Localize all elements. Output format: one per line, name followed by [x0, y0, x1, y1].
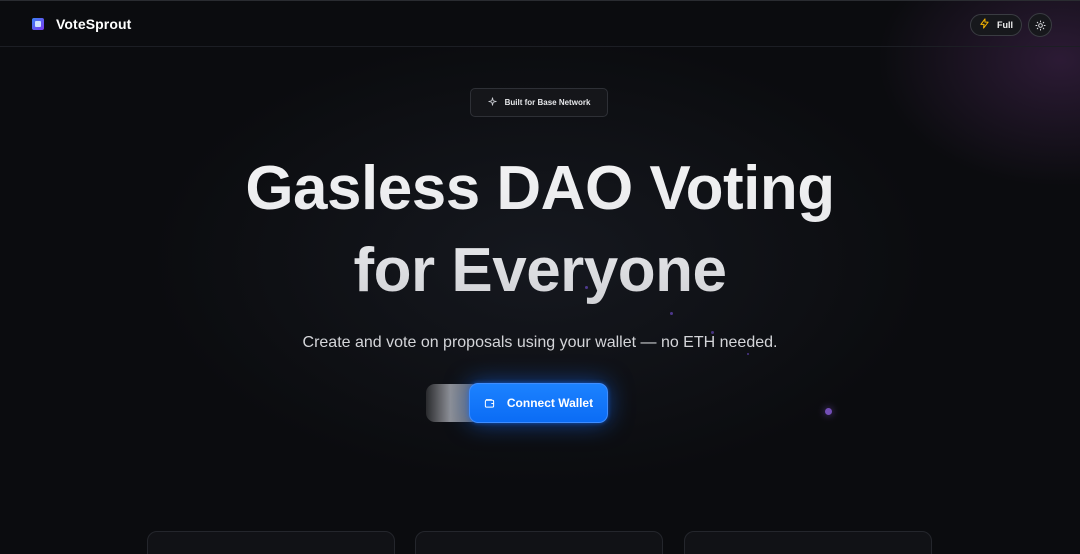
votesprout-logo-icon	[32, 18, 44, 30]
brand[interactable]: VoteSprout	[32, 16, 131, 32]
hero-subtitle: Create and vote on proposals using your …	[302, 334, 778, 351]
network-badge: Built for Base Network	[470, 88, 608, 117]
feature-card	[684, 531, 932, 554]
badge-label: Built for Base Network	[504, 98, 591, 107]
particle	[825, 408, 832, 415]
theme-toggle-button[interactable]	[1028, 13, 1052, 37]
particle	[670, 312, 673, 315]
hero-title: Gasless DAO Voting for Everyone	[140, 148, 940, 312]
brand-name: VoteSprout	[56, 16, 132, 32]
feature-card	[147, 531, 395, 554]
hero-title-line-1: Gasless DAO Voting	[245, 154, 835, 223]
wallet-icon	[484, 398, 495, 408]
page: VoteSprout Full Built for Base Network G…	[0, 0, 1080, 554]
hero-title-line-2: for Everyone	[353, 236, 727, 305]
particle	[747, 353, 749, 355]
sparkle-icon	[487, 97, 497, 108]
mode-label: Full	[997, 20, 1013, 30]
feature-card	[415, 531, 663, 554]
sun-icon	[1034, 19, 1046, 31]
connect-wallet-button[interactable]: Connect Wallet	[469, 383, 608, 423]
lightning-bolt-icon	[979, 18, 990, 32]
connect-wallet-label: Connect Wallet	[506, 396, 594, 410]
particle	[585, 286, 588, 289]
mode-toggle-button[interactable]: Full	[970, 14, 1022, 36]
top-nav: VoteSprout Full	[0, 0, 1080, 47]
particle	[711, 331, 714, 334]
